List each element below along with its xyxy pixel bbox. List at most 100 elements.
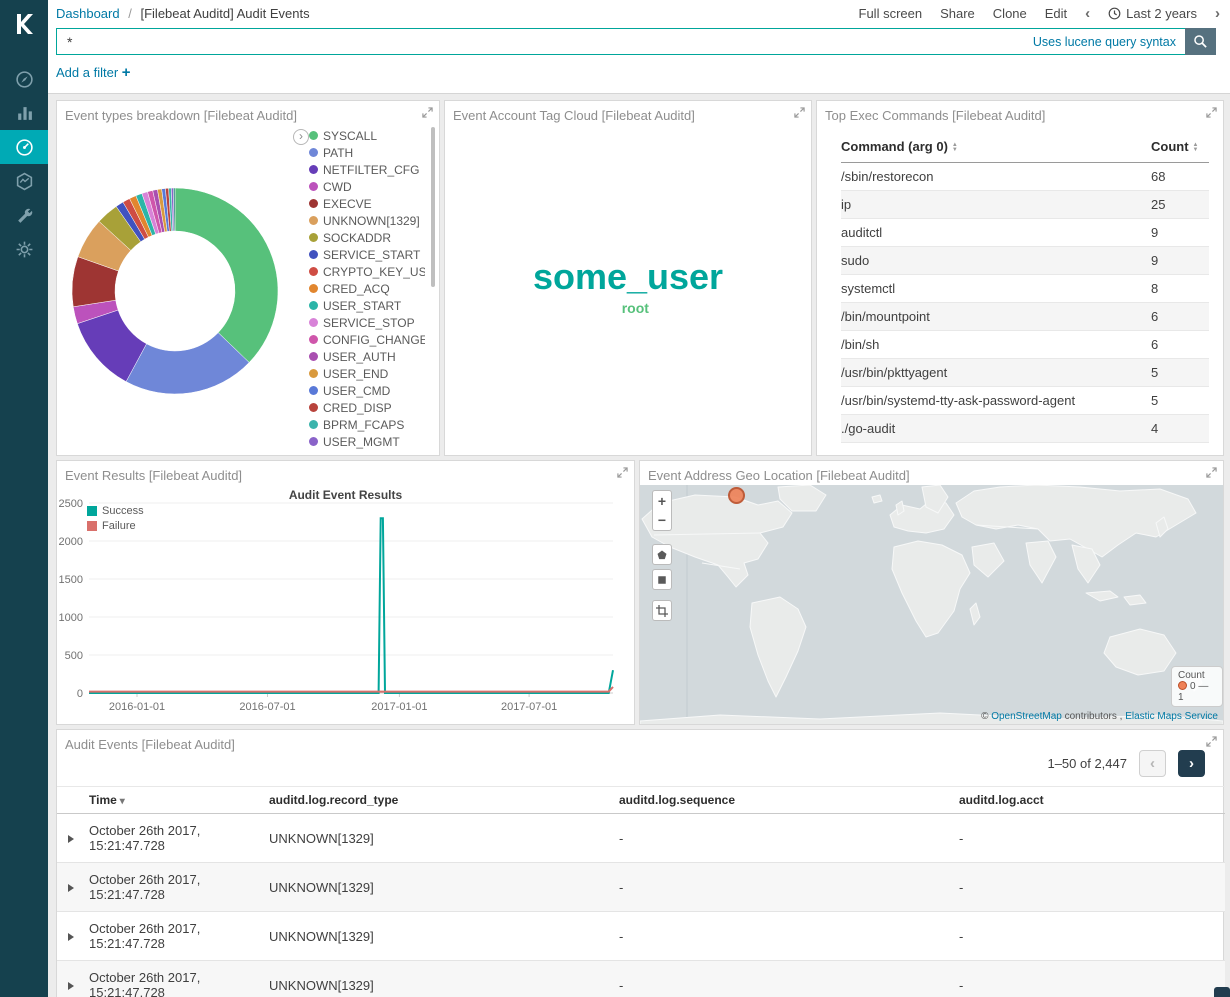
legend-item[interactable]: UNKNOWN[1329] [309,212,425,229]
legend-item[interactable]: CRED_ACQ [309,280,425,297]
sidebar-item-timelion[interactable] [0,164,48,198]
donut-slice[interactable] [175,188,278,362]
legend-item[interactable]: CONFIG_CHANGE [309,331,425,348]
legend-item[interactable]: EXECVE [309,195,425,212]
legend-item[interactable]: SOCKADDR [309,229,425,246]
exec-table-row[interactable]: sudo9 [841,247,1209,275]
query-input[interactable] [57,34,1033,50]
expand-panel-icon[interactable] [1206,467,1217,478]
expand-row-icon[interactable] [68,933,74,941]
clock-icon [1108,7,1121,20]
legend-item[interactable]: CRED_DISP [309,399,425,416]
legend-item[interactable]: CWD [309,178,425,195]
breadcrumb-dashboard-link[interactable]: Dashboard [56,6,120,21]
exec-table-row[interactable]: /sbin/restorecon68 [841,163,1209,191]
crop-tool-button[interactable] [652,600,672,621]
time-back-button[interactable]: ‹ [1085,6,1090,21]
svg-text:2016-01-01: 2016-01-01 [109,701,165,713]
legend-scrollbar[interactable] [431,127,435,287]
expand-row-icon[interactable] [68,884,74,892]
add-filter-link[interactable]: Add a filter + [56,65,131,80]
tag-cloud-word[interactable]: some_user [533,256,723,298]
expand-row-icon[interactable] [68,982,74,990]
time-forward-button[interactable]: › [1215,6,1220,21]
legend-item[interactable]: SERVICE_STOP [309,314,425,331]
header-bar: Dashboard / [Filebeat Auditd] Audit Even… [48,0,1230,94]
donut-chart[interactable] [57,125,293,457]
zoom-in-button[interactable]: + [652,490,672,511]
legend-item[interactable]: USER_AUTH [309,348,425,365]
search-button[interactable] [1185,28,1216,55]
legend-label: USER_AUTH [323,350,396,364]
command-cell: sudo [841,247,1151,275]
breadcrumb-separator: / [128,6,132,21]
exec-table-row[interactable]: /usr/bin/systemd-tty-ask-password-agent5 [841,387,1209,415]
share-button[interactable]: Share [940,6,975,21]
expand-panel-icon[interactable] [1206,107,1217,118]
time-picker-button[interactable]: Last 2 years [1108,6,1197,21]
panel-title: Top Exec Commands [Filebeat Auditd] [825,108,1045,123]
legend-item[interactable]: BPRM_FCAPS [309,416,425,433]
expand-panel-icon[interactable] [1206,736,1217,747]
expand-panel-icon[interactable] [617,467,628,478]
legend-item[interactable]: USER_MGMT [309,433,425,450]
corner-scroll-button[interactable] [1214,987,1230,997]
geo-point-marker[interactable] [728,487,745,504]
count-cell: 25 [1151,191,1209,219]
rectangle-tool-button[interactable] [652,569,672,590]
legend-item[interactable]: CRYPTO_SESSION [309,450,425,453]
line-chart[interactable]: 050010001500200025002016-01-012016-07-01… [59,497,634,725]
zoom-out-button[interactable]: − [652,510,672,531]
column-header-acct[interactable]: auditd.log.acct [955,787,1225,814]
sidebar-item-dev-tools[interactable] [0,198,48,232]
exec-table-row[interactable]: ip25 [841,191,1209,219]
exec-table-row[interactable]: /usr/bin/pkttyagent5 [841,359,1209,387]
sidebar-item-management[interactable] [0,232,48,266]
legend-toggle-button[interactable]: › [293,129,309,145]
column-header-count[interactable]: Count▲▼ [1151,133,1209,163]
legend-item[interactable]: USER_CMD [309,382,425,399]
attribution-link[interactable]: Elastic Maps Service [1125,711,1218,722]
command-cell: systemctl [841,275,1151,303]
expand-row-icon[interactable] [68,835,74,843]
legend-item[interactable]: USER_END [309,365,425,382]
legend-item[interactable]: USER_START [309,297,425,314]
attribution-link[interactable]: OpenStreetMap [991,711,1062,722]
legend-item[interactable]: SERVICE_START [309,246,425,263]
legend-item[interactable]: SYSCALL [309,127,425,144]
legend-item[interactable]: CRYPTO_KEY_USER [309,263,425,280]
edit-button[interactable]: Edit [1045,6,1067,21]
lucene-syntax-link[interactable]: Uses lucene query syntax [1033,35,1176,49]
next-page-button[interactable]: › [1178,750,1205,777]
kibana-logo[interactable] [0,0,48,48]
legend-color-dot [309,318,318,327]
world-map[interactable]: + − Count 0 — 1 © OpenStreetMap contribu… [640,485,1223,724]
sidebar-item-visualize[interactable] [0,96,48,130]
svg-text:1500: 1500 [59,574,83,586]
clone-button[interactable]: Clone [993,6,1027,21]
count-cell: 6 [1151,331,1209,359]
column-header-command[interactable]: Command (arg 0)▲▼ [841,133,1151,163]
audit-table-row: October 26th 2017, 15:21:47.728 UNKNOWN[… [57,863,1225,912]
tag-cloud-word[interactable]: root [622,300,649,316]
exec-table-row[interactable]: auditctl9 [841,219,1209,247]
expand-panel-icon[interactable] [794,107,805,118]
legend-item[interactable]: NETFILTER_CFG [309,161,425,178]
exec-table-row[interactable]: /bin/sh6 [841,331,1209,359]
exec-table-row[interactable]: systemctl8 [841,275,1209,303]
legend-item[interactable]: PATH [309,144,425,161]
sidebar-item-dashboard[interactable] [0,130,48,164]
column-header-time[interactable]: Time▾ [85,787,265,814]
full-screen-button[interactable]: Full screen [859,6,923,21]
exec-table-row[interactable]: /bin/mountpoint6 [841,303,1209,331]
discover-icon [15,70,34,89]
column-header-sequence[interactable]: auditd.log.sequence [615,787,955,814]
expand-panel-icon[interactable] [422,107,433,118]
column-header-record-type[interactable]: auditd.log.record_type [265,787,615,814]
map-attribution: © OpenStreetMap contributors , Elastic M… [981,711,1218,722]
prev-page-button[interactable]: ‹ [1139,750,1166,777]
search-icon [1193,34,1208,49]
polygon-tool-button[interactable] [652,544,672,565]
exec-table-row[interactable]: ./go-audit4 [841,415,1209,443]
sidebar-item-discover[interactable] [0,62,48,96]
